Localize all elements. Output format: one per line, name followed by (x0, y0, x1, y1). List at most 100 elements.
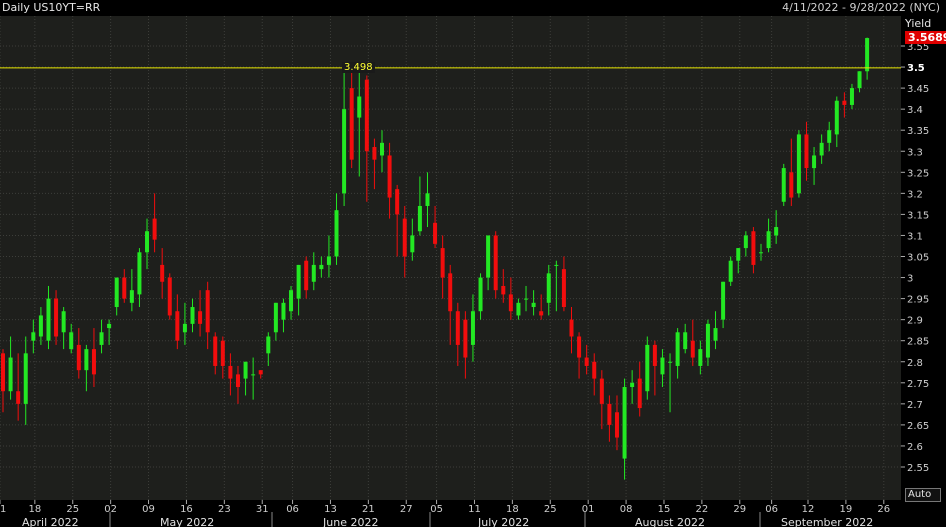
candle-body (865, 38, 870, 72)
y-tick-label: 3.15 (907, 210, 929, 221)
candle-body (281, 302, 286, 320)
y-tick-label: 3 (907, 274, 913, 285)
candle-body (23, 353, 28, 404)
candle-body (819, 142, 824, 156)
candle-body (296, 264, 301, 299)
candle-body (228, 365, 233, 379)
x-tick-label: 25 (544, 504, 557, 515)
candle-body (311, 264, 316, 282)
candle-body (736, 248, 741, 261)
candle-body (781, 168, 786, 202)
candle-body (546, 273, 551, 303)
x-tick-label: 12 (802, 504, 815, 515)
candle-body (69, 332, 74, 350)
candle-body (607, 403, 612, 425)
x-tick-label: 19 (840, 504, 853, 515)
candle-body (455, 311, 460, 345)
x-tick-label: 09 (142, 504, 155, 515)
x-tick-label: 08 (620, 504, 633, 515)
y-tick-label: 2.55 (907, 463, 929, 474)
x-tick-label: 02 (104, 504, 117, 515)
candle-body (584, 357, 589, 366)
candle-body (107, 323, 112, 329)
candle-body (493, 235, 498, 291)
candle-body (182, 323, 187, 333)
candle-body (8, 357, 13, 392)
y-tick-label: 2.75 (907, 379, 929, 390)
candle-body (251, 374, 256, 376)
y-tick-label: 3.25 (907, 168, 929, 179)
candle-body (501, 285, 506, 295)
month-label: September 2022 (781, 516, 873, 527)
x-tick-label: 13 (324, 504, 337, 515)
x-tick-label: 18 (506, 504, 519, 515)
candle-body (167, 277, 172, 316)
candle-body (569, 319, 574, 337)
candle-body (751, 231, 756, 265)
y-tick-label: 2.95 (907, 295, 929, 306)
candle-body (129, 290, 134, 303)
candle-body (743, 235, 748, 249)
y-tick-label: 2.85 (907, 337, 929, 348)
candle-body (448, 273, 453, 312)
x-tick-label: 11 (468, 504, 481, 515)
candle-body (759, 252, 763, 254)
y-tick-label: 2.6 (907, 442, 923, 453)
candle-body (554, 264, 559, 266)
y-tick-label: 2.8 (907, 358, 923, 369)
candle-body (410, 235, 415, 253)
x-tick-label: 29 (733, 504, 746, 515)
candle-body (198, 311, 203, 324)
candle-body (357, 96, 362, 118)
candle-body (857, 71, 862, 89)
candle-body (175, 311, 180, 341)
candle-body (205, 290, 210, 333)
candle-body (425, 193, 430, 206)
candle-body (531, 302, 536, 308)
candle-body (326, 256, 331, 265)
month-label: August 2022 (635, 516, 705, 527)
candle-body (273, 302, 278, 333)
candle-body (630, 382, 635, 388)
candle-body (834, 100, 839, 135)
y-tick-label: 3.2 (907, 189, 923, 200)
candlestick-chart[interactable]: 3.553.53.453.43.353.33.253.23.153.13.053… (0, 0, 946, 527)
candle-body (190, 307, 195, 324)
candle-body (289, 290, 294, 312)
candle-body (796, 134, 801, 194)
candle-body (417, 205, 422, 232)
candle-body (705, 323, 710, 358)
y-axis-title: Yield (904, 17, 931, 30)
auto-scale-button[interactable]: Auto (905, 488, 941, 502)
candle-body (622, 387, 627, 459)
x-tick-label: 05 (430, 504, 443, 515)
candle-body (812, 155, 817, 169)
month-label: April 2022 (22, 516, 79, 527)
candle-body (319, 264, 324, 270)
candle-body (349, 88, 354, 160)
x-tick-label: 01 (582, 504, 595, 515)
candle-body (91, 349, 96, 375)
candle-body (1, 353, 5, 392)
x-tick-label: 22 (696, 504, 709, 515)
candle-body (804, 134, 809, 169)
y-tick-label: 3.5 (907, 63, 925, 74)
x-tick-label: 11 (0, 504, 6, 515)
candle-body (137, 252, 142, 295)
candle-body (395, 189, 400, 215)
x-tick-label: 31 (256, 504, 269, 515)
candle-body (713, 328, 718, 341)
candle-body (84, 349, 89, 371)
candle-body (516, 302, 521, 316)
x-tick-label: 26 (877, 504, 890, 515)
candle-body (433, 222, 438, 244)
candle-body (652, 344, 657, 366)
candle-body (486, 235, 491, 278)
candle-body (235, 374, 240, 388)
y-tick-label: 3.4 (907, 105, 923, 116)
candle-body (577, 336, 582, 358)
candle-body (766, 231, 771, 249)
x-tick-label: 25 (66, 504, 79, 515)
candle-body (16, 391, 21, 404)
candle-body (599, 378, 604, 404)
